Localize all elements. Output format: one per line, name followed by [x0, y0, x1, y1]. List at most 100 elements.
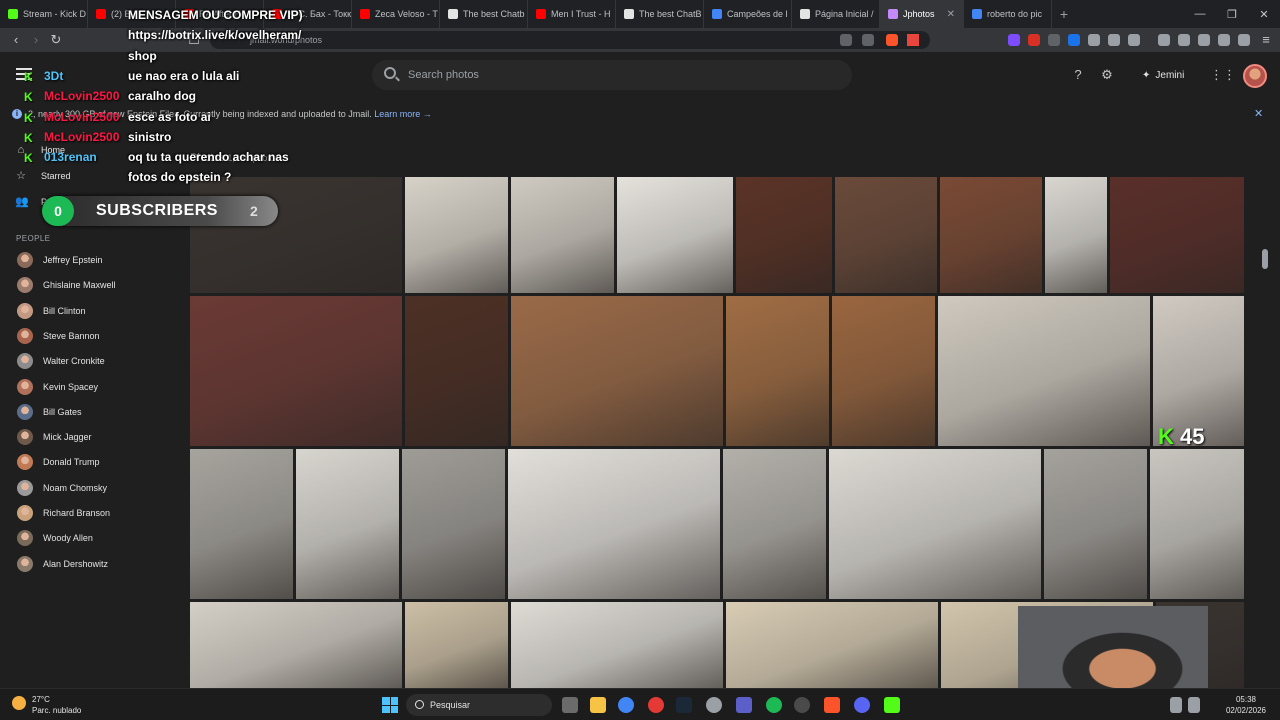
media-icon[interactable]	[1158, 34, 1170, 46]
photo-doorway[interactable]	[511, 177, 614, 293]
brave-rewards-icon[interactable]	[907, 34, 919, 46]
person-item[interactable]: Alan Dershowitz	[0, 553, 186, 575]
close-window-button[interactable]: ✕	[1248, 0, 1280, 28]
photo-coat-closet[interactable]	[405, 296, 508, 446]
photo-staircase-2[interactable]	[832, 296, 935, 446]
clock[interactable]: 05:38 02/02/2026	[1218, 694, 1274, 716]
photo-kitchen-cabinets[interactable]	[726, 602, 938, 688]
windows-start-icon[interactable]	[382, 697, 398, 713]
photo-staircase-1[interactable]	[726, 296, 829, 446]
extension-icon[interactable]	[1008, 34, 1020, 46]
photo-closet-wood[interactable]	[736, 177, 832, 293]
discord-icon[interactable]	[854, 697, 870, 713]
bookmarks-icon[interactable]	[1198, 34, 1210, 46]
extension-icon[interactable]	[1048, 34, 1060, 46]
settings-icon[interactable]	[706, 697, 722, 713]
scrollbar[interactable]	[1262, 177, 1268, 682]
leo-ai-icon[interactable]	[1218, 34, 1230, 46]
photo-room-corner[interactable]	[190, 177, 402, 293]
photo-door-open[interactable]	[617, 177, 733, 293]
browser-tab[interactable]: roberto do pic	[964, 0, 1052, 28]
photo-grey-stairs[interactable]	[190, 449, 293, 599]
person-item[interactable]: Ghislaine Maxwell	[0, 274, 186, 296]
photo-fire-extinguisher[interactable]	[938, 296, 1150, 446]
app-icon[interactable]	[794, 697, 810, 713]
photo-stair-railing[interactable]	[723, 449, 826, 599]
browser-tab[interactable]: Men I Trust - H	[528, 0, 616, 28]
photo-hall-lamp[interactable]	[190, 602, 402, 688]
person-item[interactable]: Donald Trump	[0, 451, 186, 473]
photo-white-door[interactable]	[1045, 177, 1107, 293]
taskbar-search[interactable]: Pesquisar	[406, 694, 552, 716]
photo-room-sign[interactable]	[511, 602, 723, 688]
search-bar[interactable]	[372, 60, 852, 90]
new-tab-button[interactable]: +	[1052, 0, 1076, 28]
steam-icon[interactable]	[676, 697, 692, 713]
photo-stairwell-extinguisher[interactable]	[1150, 449, 1244, 599]
person-item[interactable]: Walter Cronkite	[0, 350, 186, 372]
maximize-window-button[interactable]: ❐	[1216, 0, 1248, 28]
person-item[interactable]: Bill Gates	[0, 401, 186, 423]
app-icon[interactable]	[736, 697, 752, 713]
photo-staircase-wide[interactable]	[511, 296, 723, 446]
photo-cabinets[interactable]	[405, 602, 508, 688]
task-view-icon[interactable]	[562, 697, 578, 713]
network-icon[interactable]	[1170, 697, 1182, 713]
browser-tab[interactable]: The best Chatb	[440, 0, 528, 28]
opera-icon[interactable]	[648, 697, 664, 713]
search-input[interactable]	[408, 66, 828, 84]
share-icon[interactable]	[862, 34, 874, 46]
photo-frames-wall[interactable]	[829, 449, 1041, 599]
help-icon[interactable]: ?	[1070, 67, 1086, 83]
brave-icon[interactable]	[824, 697, 840, 713]
spotify-icon[interactable]	[766, 697, 782, 713]
settings-gear-icon[interactable]: ⚙	[1099, 67, 1115, 83]
tab-favicon-icon	[712, 9, 722, 19]
photo-framed-art[interactable]	[296, 449, 399, 599]
photo-coats-red[interactable]	[1110, 177, 1244, 293]
person-item[interactable]: Bill Clinton	[0, 300, 186, 322]
learn-more-link[interactable]: Learn more →	[374, 109, 432, 119]
file-explorer-icon[interactable]	[590, 697, 606, 713]
extension-icon[interactable]	[1028, 34, 1040, 46]
photo-stairwell[interactable]	[1044, 449, 1147, 599]
extensions-puzzle-icon[interactable]	[1108, 34, 1120, 46]
jemini-button[interactable]: ✦ Jemini	[1132, 63, 1196, 87]
browser-tab[interactable]: Zeca Veloso - T	[352, 0, 440, 28]
apps-grid-icon[interactable]: ⋮⋮	[1210, 67, 1236, 83]
minimize-window-button[interactable]: —	[1184, 0, 1216, 28]
translate-icon[interactable]	[840, 34, 852, 46]
extension-icon[interactable]	[1088, 34, 1100, 46]
chrome-icon[interactable]	[618, 697, 634, 713]
photo-grey-stairs-2[interactable]	[402, 449, 505, 599]
person-item[interactable]: Kevin Spacey	[0, 376, 186, 398]
browser-tab[interactable]: The best ChatB	[616, 0, 704, 28]
photo-coats-rack-2[interactable]	[940, 177, 1042, 293]
person-item[interactable]: Richard Branson	[0, 502, 186, 524]
brave-shield-icon[interactable]	[886, 34, 898, 46]
sidebar-icon[interactable]	[1178, 34, 1190, 46]
person-item[interactable]: Noam Chomsky	[0, 477, 186, 499]
person-item[interactable]: Steve Bannon	[0, 325, 186, 347]
close-tab-icon[interactable]: ✕	[947, 9, 955, 20]
person-item[interactable]: Mick Jagger	[0, 426, 186, 448]
kick-icon[interactable]	[884, 697, 900, 713]
vpn-icon[interactable]	[1238, 34, 1250, 46]
browser-menu-icon[interactable]: ≡	[1258, 32, 1274, 48]
photo-wall-frame[interactable]	[508, 449, 720, 599]
scrollbar-thumb[interactable]	[1262, 249, 1268, 269]
extension-icon[interactable]	[1128, 34, 1140, 46]
browser-tab[interactable]: Jphotos ✕	[880, 0, 964, 28]
extension-icon[interactable]	[1068, 34, 1080, 46]
person-item[interactable]: Woody Allen	[0, 527, 186, 549]
volume-icon[interactable]	[1188, 697, 1200, 713]
weather-widget[interactable]: 27°C Parc. nublado	[12, 694, 81, 716]
close-banner-icon[interactable]: ✕	[1254, 104, 1263, 124]
photo-coats-rack[interactable]	[835, 177, 937, 293]
user-avatar[interactable]	[1243, 64, 1267, 88]
browser-tab[interactable]: Campeões de l	[704, 0, 792, 28]
person-item[interactable]: Jeffrey Epstein	[0, 249, 186, 271]
photo-kitchen-white[interactable]	[405, 177, 508, 293]
browser-tab[interactable]: Página Inicial /	[792, 0, 880, 28]
photo-red-jacket[interactable]	[190, 296, 402, 446]
